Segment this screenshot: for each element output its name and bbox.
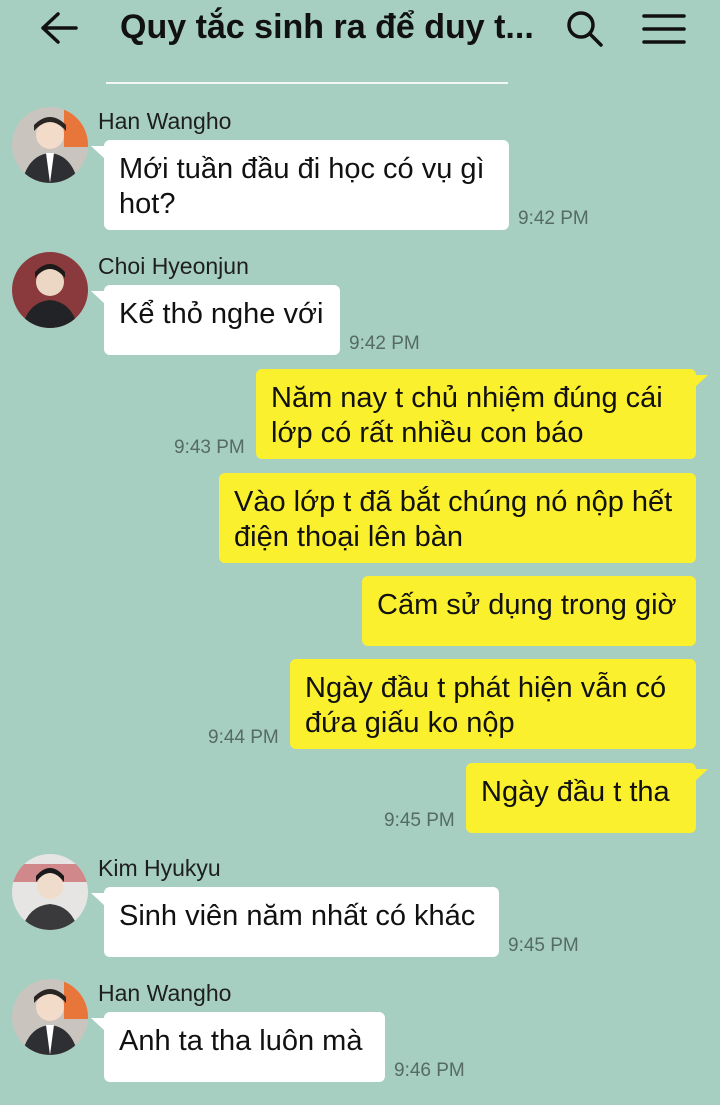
message-bubble[interactable]: Ngày đầu t tha [466,763,696,833]
chat-header: Quy tắc sinh ra để duy t... [0,0,720,62]
message-time: 9:45 PM [508,935,579,956]
message-time: 9:44 PM [208,727,279,748]
bubble-tail [694,769,708,782]
bubble-tail [91,893,105,906]
avatar-kim-hyukyu[interactable] [12,854,88,930]
message-bubble[interactable]: Mới tuần đầu đi học có vụ gì hot? [104,140,509,230]
avatar-image [12,854,88,930]
search-icon [567,11,603,47]
bubble-tail [91,146,105,159]
message-bubble[interactable]: Kể thỏ nghe với [104,285,340,355]
search-button[interactable] [563,8,607,50]
bubble-tail [91,291,105,304]
arrow-left-icon [41,12,78,44]
hamburger-menu-icon [642,14,686,44]
message-bubble[interactable]: Năm nay t chủ nhiệm đúng cái lớp có rất … [256,369,696,459]
avatar-han-wangho[interactable] [12,107,88,183]
avatar-choi-hyeonjun[interactable] [12,252,88,328]
avatar-han-wangho[interactable] [12,979,88,1055]
message-bubble[interactable]: Sinh viên năm nhất có khác [104,887,499,957]
message-bubble[interactable]: Anh ta tha luôn mà [104,1012,385,1082]
message-time: 9:46 PM [394,1060,465,1081]
back-button[interactable] [38,10,80,46]
message-bubble[interactable]: Ngày đầu t phát hiện vẫn có đứa giấu ko … [290,659,696,749]
avatar-image [12,107,88,183]
message-time: 9:43 PM [174,437,245,458]
avatar-image [12,252,88,328]
sender-name: Han Wangho [98,108,232,134]
bubble-tail [694,375,708,388]
avatar-image [12,979,88,1055]
sender-name: Han Wangho [98,980,232,1006]
message-bubble[interactable]: Vào lớp t đã bắt chúng nó nộp hết điện t… [219,473,696,563]
sender-name: Choi Hyeonjun [98,253,249,279]
message-time: 9:42 PM [518,208,589,229]
menu-button[interactable] [642,12,686,46]
message-bubble[interactable]: Cấm sử dụng trong giờ [362,576,696,646]
bubble-tail [91,1018,105,1031]
message-time: 9:45 PM [384,810,455,831]
chat-title: Quy tắc sinh ra để duy t... [120,8,534,46]
header-divider [106,82,508,84]
sender-name: Kim Hyukyu [98,855,221,881]
message-time: 9:42 PM [349,333,420,354]
